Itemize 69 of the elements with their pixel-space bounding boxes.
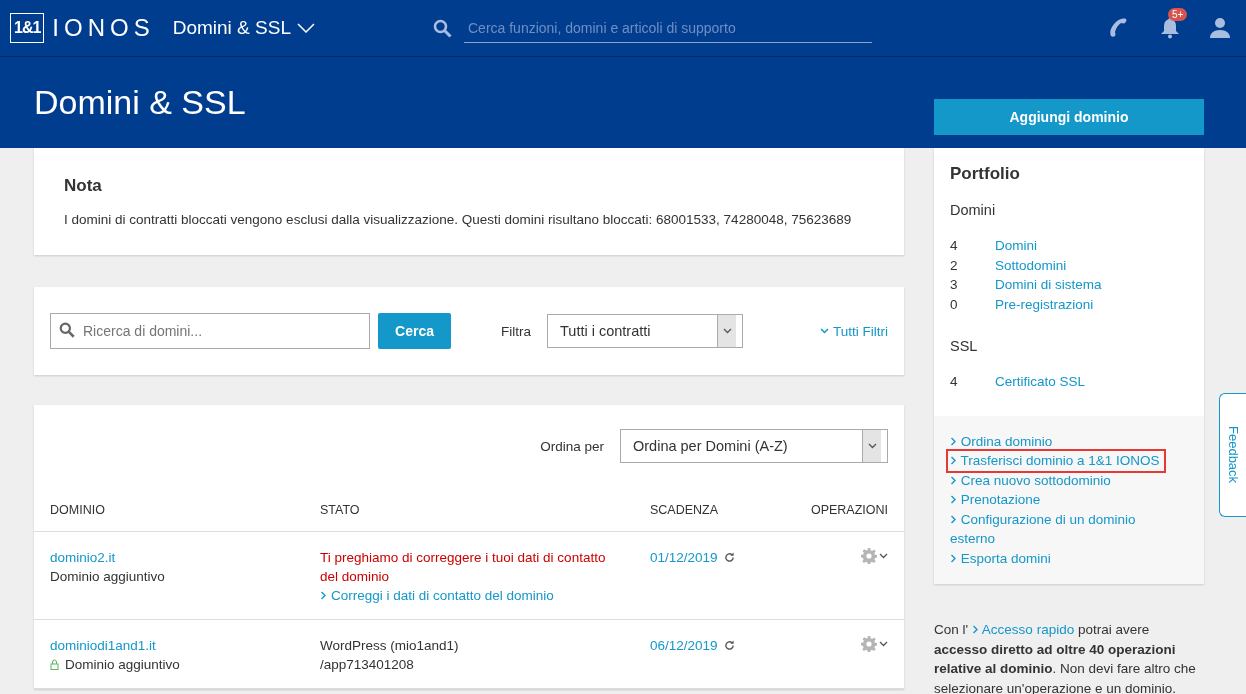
chevron-icon [950, 553, 957, 563]
logo-mark: 1&1 [10, 13, 45, 43]
quick-access-link[interactable]: Accesso rapido [971, 622, 1075, 637]
contract-select[interactable]: Tutti i contratti [547, 314, 743, 348]
logo-text: IONOS [52, 14, 155, 42]
column-header: DOMINIO [50, 503, 106, 517]
chevron-icon [950, 495, 957, 504]
user-icon[interactable] [1210, 17, 1230, 39]
count: 2 [950, 256, 959, 275]
expiry-date-link[interactable]: 01/12/2019 [650, 548, 718, 567]
action-link[interactable]: Esporta domini [950, 548, 1051, 568]
column-header: STATO [320, 503, 361, 517]
refresh-icon [723, 552, 735, 563]
count: 4 [950, 373, 959, 391]
gear-icon [861, 636, 877, 652]
chevron-icon [320, 591, 327, 600]
note-title: Nota [64, 176, 103, 196]
status-text: WordPress (mio1and1) [320, 637, 459, 655]
note-text: I domini di contratti bloccati vengono esclusi dalla visualizzazione. Questi domini risultano bloccati: 68001533, 74280048, 75623689 [64, 212, 853, 227]
search-field[interactable]: Cerca funzioni, domini e articoli di supporto [464, 13, 872, 43]
chevron-icon [950, 456, 957, 465]
expiry-date-link[interactable]: 06/12/2019 [650, 636, 718, 655]
section-menu[interactable]: Domini & SSL [172, 17, 315, 39]
search-icon [433, 18, 452, 38]
caret-icon [722, 328, 732, 334]
gear-icon [861, 548, 877, 564]
caret-icon [879, 641, 888, 647]
portfolio-link[interactable]: Domini di sistema [995, 275, 1102, 295]
portfolio-title: Portfolio [950, 164, 1021, 184]
action-link[interactable]: Crea nuovo sottodominio [950, 470, 1111, 490]
caret-icon [297, 23, 315, 33]
portfolio-link[interactable]: Sottodomini [995, 255, 1067, 275]
domain-search-field[interactable]: Ricerca di domini... [50, 313, 370, 349]
column-header: OPERAZIONI [810, 503, 888, 517]
count: 4 [950, 237, 959, 255]
notification-badge: 5+ [1168, 8, 1188, 21]
action-link[interactable]: Configurazione di un dominio esterno [950, 509, 1164, 549]
bell-icon[interactable] [1160, 17, 1180, 39]
portfolio-link[interactable]: Domini [995, 236, 1037, 256]
status-text: Ti preghiamo di correggere i tuoi dati di contatto del dominio [320, 549, 607, 586]
group-title: SSL [950, 338, 979, 354]
action-link[interactable]: Trasferisci dominio a 1&1 IONOS [948, 451, 1164, 471]
action-link[interactable]: Prenotazione [950, 490, 1041, 510]
search-button[interactable]: Cerca [378, 313, 451, 349]
domain-link[interactable]: dominiodi1and1.it [50, 636, 156, 655]
filter-label: Filtra [501, 323, 531, 339]
action-link[interactable]: Ordina dominio [950, 431, 1053, 451]
caret-icon [820, 328, 829, 334]
sort-select[interactable]: Ordina per Domini (A-Z) [620, 429, 888, 463]
caret-icon [879, 553, 888, 559]
count: 3 [950, 276, 959, 294]
group-title: Domini [950, 202, 997, 218]
status-text: /app713401208 [320, 656, 414, 674]
chevron-icon [971, 625, 979, 634]
all-filters-link[interactable]: Tutti Filtri [820, 323, 888, 339]
page-title: Domini & SSL [34, 83, 246, 122]
fix-contact-link[interactable]: Correggi i dati di contatto del dominio [320, 586, 554, 605]
domain-type: Dominio aggiuntivo [50, 568, 165, 586]
feedback-tab[interactable]: Feedback [1219, 393, 1246, 517]
add-domain-button[interactable]: Aggiungi dominio [934, 98, 1204, 135]
domain-link[interactable]: dominio2.it [50, 548, 116, 567]
portfolio-link[interactable]: Pre-registrazioni [995, 294, 1094, 314]
caret-icon [867, 443, 877, 449]
column-header: SCADENZA [650, 503, 720, 517]
portfolio-link[interactable]: Certificato SSL [995, 372, 1086, 392]
refresh-icon [723, 640, 735, 651]
sort-label: Ordina per [540, 438, 604, 454]
domain-type: Dominio aggiuntivo [65, 656, 180, 674]
count: 0 [950, 295, 959, 314]
